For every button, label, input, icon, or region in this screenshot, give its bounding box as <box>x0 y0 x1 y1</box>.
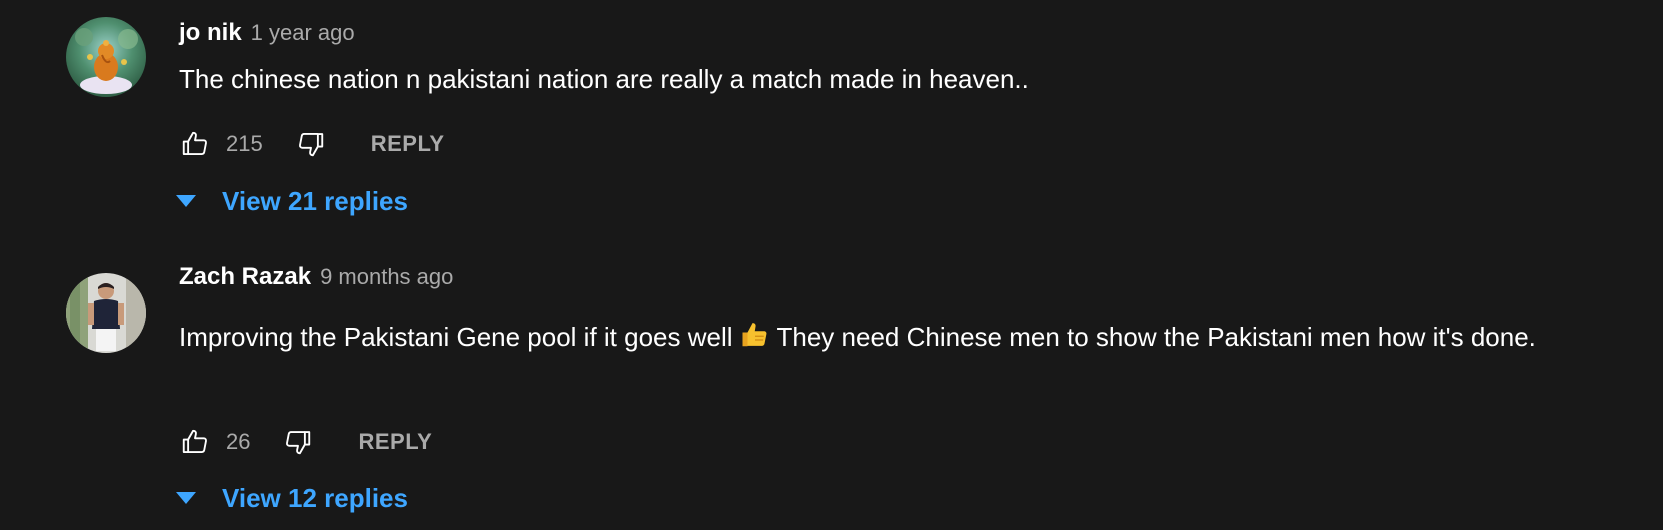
caret-down-icon <box>176 195 196 207</box>
comment-text-part: Improving the Pakistani Gene pool if it … <box>179 322 740 352</box>
reply-button[interactable]: REPLY <box>371 131 445 157</box>
avatar[interactable] <box>66 17 146 97</box>
view-replies-label: View 12 replies <box>222 482 408 513</box>
comment-text: The chinese nation n pakistani nation ar… <box>179 64 1029 94</box>
like-icon[interactable] <box>179 128 211 160</box>
comment-author[interactable]: Zach Razak <box>179 263 311 291</box>
view-replies-button[interactable]: View 21 replies <box>176 181 408 221</box>
like-count: 215 <box>226 131 263 156</box>
dislike-icon[interactable] <box>282 426 314 458</box>
thumbs-up-emoji-icon <box>740 320 770 361</box>
view-replies-button[interactable]: View 12 replies <box>176 478 408 518</box>
view-replies-label: View 21 replies <box>222 185 408 216</box>
dislike-icon[interactable] <box>295 128 327 160</box>
reply-button[interactable]: REPLY <box>358 429 432 455</box>
caret-down-icon <box>176 492 196 504</box>
comment-text: Improving the Pakistani Gene pool if it … <box>179 317 1579 361</box>
avatar[interactable] <box>66 273 146 353</box>
comment-timestamp[interactable]: 1 year ago <box>251 20 355 46</box>
comment-timestamp[interactable]: 9 months ago <box>320 264 453 290</box>
like-icon[interactable] <box>179 426 211 458</box>
like-count: 26 <box>226 429 251 454</box>
comment-text-part: They need Chinese men to show the Pakist… <box>769 322 1536 352</box>
comment-author[interactable]: jo nik <box>179 19 242 47</box>
